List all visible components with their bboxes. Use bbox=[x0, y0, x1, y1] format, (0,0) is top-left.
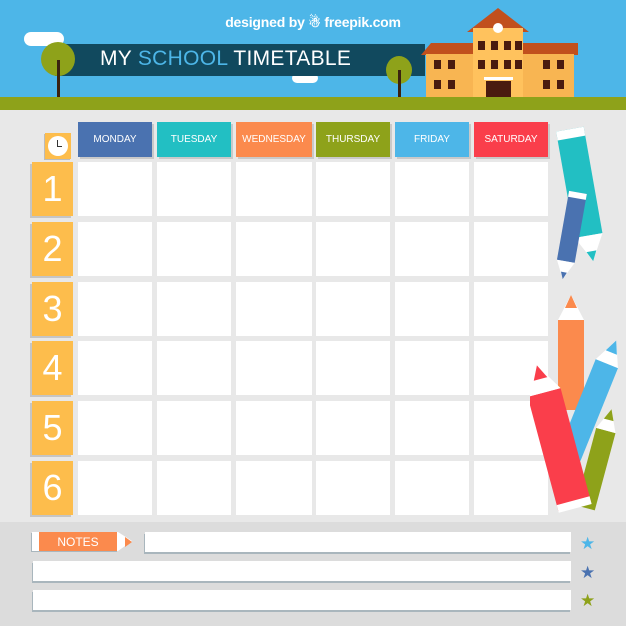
timetable-cell[interactable] bbox=[157, 282, 231, 336]
timetable-cell[interactable] bbox=[157, 341, 231, 395]
day-header-saturday: SATURDAY bbox=[474, 122, 548, 157]
timetable-cell[interactable] bbox=[474, 162, 548, 216]
timetable-cell[interactable] bbox=[236, 461, 312, 515]
period-number: 1 bbox=[32, 162, 73, 216]
day-header-thursday: THURSDAY bbox=[316, 122, 390, 157]
star-icon: ★ bbox=[580, 591, 596, 610]
timetable-cell[interactable] bbox=[236, 401, 312, 455]
timetable-cell[interactable] bbox=[395, 282, 469, 336]
pencils-decor-bottom bbox=[530, 295, 618, 513]
period-number: 2 bbox=[32, 222, 73, 276]
timetable-cell[interactable] bbox=[395, 401, 469, 455]
pencils-decor-top bbox=[556, 126, 603, 280]
timetable-cell[interactable] bbox=[157, 222, 231, 276]
timetable-cell[interactable] bbox=[157, 401, 231, 455]
period-number: 5 bbox=[32, 401, 73, 455]
period-number: 3 bbox=[32, 282, 73, 336]
timetable-cell[interactable] bbox=[395, 222, 469, 276]
notes-label: NOTES bbox=[39, 532, 117, 551]
timetable-cell[interactable] bbox=[316, 222, 390, 276]
page-title: MY SCHOOL TIMETABLE bbox=[100, 47, 351, 71]
period-number: 6 bbox=[32, 461, 73, 515]
period-number: 4 bbox=[32, 341, 73, 395]
title-accent: SCHOOL bbox=[137, 47, 228, 70]
timetable-cell[interactable] bbox=[395, 461, 469, 515]
timetable-cell[interactable] bbox=[316, 282, 390, 336]
day-header-wednesday: WEDNESDAY bbox=[236, 122, 312, 157]
timetable-cell[interactable] bbox=[316, 162, 390, 216]
timetable-cell[interactable] bbox=[78, 461, 152, 515]
timetable-cell[interactable] bbox=[78, 401, 152, 455]
tree-trunk bbox=[398, 70, 401, 97]
star-icon: ★ bbox=[580, 534, 596, 553]
timetable-cell[interactable] bbox=[316, 341, 390, 395]
timetable-cell[interactable] bbox=[236, 162, 312, 216]
day-header-monday: MONDAY bbox=[78, 122, 152, 157]
timetable-cell[interactable] bbox=[236, 222, 312, 276]
star-icon: ★ bbox=[580, 563, 596, 582]
school-building-icon bbox=[421, 8, 578, 97]
title-part: TIMETABLE bbox=[227, 47, 352, 70]
timetable-cell[interactable] bbox=[157, 162, 231, 216]
timetable-cell[interactable] bbox=[395, 341, 469, 395]
timetable-cell[interactable] bbox=[395, 162, 469, 216]
notes-input-2[interactable] bbox=[33, 561, 571, 581]
timetable-cell[interactable] bbox=[78, 282, 152, 336]
pencil-tip-icon bbox=[125, 537, 132, 547]
timetable-cell[interactable] bbox=[78, 341, 152, 395]
timetable-cell[interactable] bbox=[236, 282, 312, 336]
notes-input-3[interactable] bbox=[33, 590, 571, 610]
title-part: MY bbox=[100, 47, 138, 70]
timetable-cell[interactable] bbox=[316, 461, 390, 515]
timetable-cell[interactable] bbox=[78, 222, 152, 276]
timetable-cell[interactable] bbox=[78, 162, 152, 216]
timetable-cell[interactable] bbox=[236, 341, 312, 395]
timetable-cell[interactable] bbox=[316, 401, 390, 455]
timetable-cell[interactable] bbox=[474, 222, 548, 276]
notes-input-1[interactable] bbox=[145, 532, 571, 552]
tree-trunk bbox=[57, 60, 60, 97]
clock-icon bbox=[45, 133, 71, 159]
grass-strip bbox=[0, 97, 626, 110]
day-header-friday: FRIDAY bbox=[395, 122, 469, 157]
day-header-tuesday: TUESDAY bbox=[157, 122, 231, 157]
timetable-cell[interactable] bbox=[157, 461, 231, 515]
